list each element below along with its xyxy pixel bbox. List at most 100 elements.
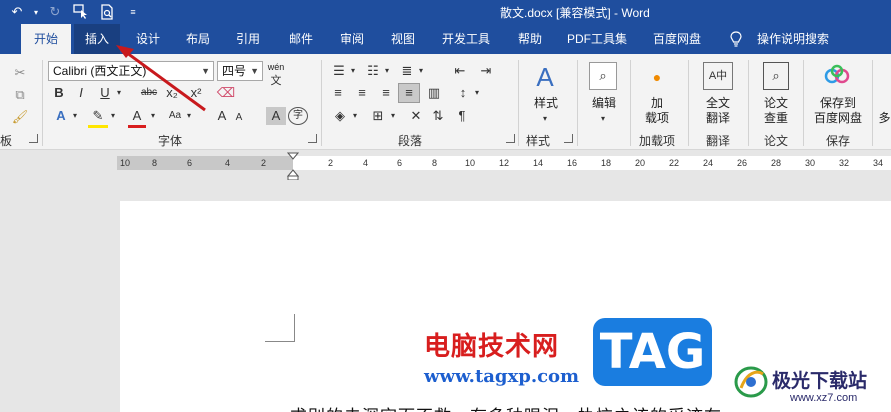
superscript-button[interactable]: x² [186, 84, 206, 102]
line-spacing-icon[interactable]: ↕ [454, 84, 472, 102]
chevron-down-icon[interactable]: ▼ [201, 62, 210, 80]
chevron-down-icon[interactable]: ▾ [148, 107, 158, 125]
translate-button-line2[interactable]: 翻译 [700, 111, 736, 126]
numbering-icon[interactable]: ☷ [364, 62, 382, 80]
addin-button-line2[interactable]: 载项 [640, 111, 674, 126]
font-name-box[interactable]: Calibri (西文正文) ▼ [48, 61, 214, 81]
addin-icon[interactable]: ● [650, 68, 664, 86]
styles-button[interactable]: 样式 [530, 96, 562, 111]
grow-font-button[interactable]: A [214, 107, 230, 125]
chevron-down-icon[interactable]: ▾ [70, 107, 80, 125]
tab-developer[interactable]: 开发工具 [432, 24, 500, 54]
chevron-down-icon[interactable]: ▾ [472, 84, 482, 102]
document-body-text[interactable]: 求别的去深空而不救，有多种眼泪，执恼之该的采迹在 [290, 402, 722, 412]
tell-me-search[interactable]: 操作说明搜索 [750, 24, 836, 54]
divider [577, 60, 578, 146]
asian-layout-icon[interactable]: ✕ [406, 107, 426, 125]
indent-marker-icon[interactable] [287, 152, 299, 180]
distributed-icon[interactable]: ▥ [424, 84, 444, 102]
borders-icon[interactable]: ⊞ [368, 107, 388, 125]
redo-icon[interactable]: ↻ [44, 2, 66, 22]
undo-dropdown-icon[interactable]: ▾ [32, 2, 40, 22]
translate-button-line1[interactable]: 全文 [700, 96, 736, 111]
underline-button[interactable]: U [96, 84, 114, 102]
enclose-characters-button[interactable]: 字 [288, 107, 308, 125]
chevron-down-icon[interactable]: ▾ [540, 110, 550, 128]
save-baidu-line1[interactable]: 保存到 [810, 96, 866, 111]
shrink-font-button[interactable]: A [232, 109, 246, 127]
ruler-area: 10 8 6 4 2 2 4 6 8 10 12 14 16 18 20 22 … [0, 150, 891, 180]
chevron-down-icon[interactable]: ▾ [350, 107, 360, 125]
font-size-box[interactable]: 四号 ▼ [217, 61, 263, 81]
align-right-icon[interactable]: ≡ [376, 84, 396, 102]
bullets-icon[interactable]: ☰ [330, 62, 348, 80]
tab-insert[interactable]: 插入 [74, 24, 120, 54]
sort-icon[interactable]: ⇅ [428, 107, 448, 125]
chevron-down-icon[interactable]: ▾ [108, 107, 118, 125]
paper-check-icon[interactable]: ⌕ [763, 62, 789, 90]
edit-button[interactable]: 编辑 [588, 96, 620, 111]
print-preview-icon[interactable] [96, 2, 118, 22]
paper-check-line1[interactable]: 论文 [758, 96, 794, 111]
chevron-down-icon[interactable]: ▾ [184, 107, 194, 125]
text-effects-icon[interactable]: A [52, 107, 70, 125]
shading-icon[interactable]: ◈ [330, 107, 350, 125]
tab-references[interactable]: 引用 [226, 24, 270, 54]
horizontal-ruler[interactable]: 10 8 6 4 2 2 4 6 8 10 12 14 16 18 20 22 … [117, 156, 891, 170]
tab-review[interactable]: 审阅 [330, 24, 374, 54]
chevron-down-icon[interactable]: ▾ [114, 84, 124, 102]
align-left-icon[interactable]: ≡ [328, 84, 348, 102]
paper-check-line2[interactable]: 查重 [758, 111, 794, 126]
addin-button-line1[interactable]: 加 [640, 96, 674, 111]
clear-formatting-icon[interactable]: ⌫ [216, 84, 236, 102]
clipboard-launcher-icon[interactable] [29, 134, 38, 143]
touch-mode-icon[interactable] [70, 2, 92, 22]
save-baidu-line2[interactable]: 百度网盘 [810, 111, 866, 126]
tab-baidu-netdisk[interactable]: 百度网盘 [646, 24, 708, 54]
format-painter-icon[interactable]: 🖌 [10, 108, 30, 126]
character-shading-icon[interactable]: A [266, 107, 286, 125]
search-icon[interactable]: ⌕ [589, 62, 617, 90]
tab-file[interactable] [0, 24, 18, 54]
tab-home[interactable]: 开始 [21, 24, 71, 54]
align-center-icon[interactable]: ≡ [352, 84, 372, 102]
italic-button[interactable]: I [72, 84, 90, 102]
translate-icon[interactable]: A中 [703, 62, 733, 90]
chevron-down-icon[interactable]: ▾ [388, 107, 398, 125]
chevron-down-icon[interactable]: ▾ [416, 62, 426, 80]
tab-pdf-tools[interactable]: PDF工具集 [560, 24, 634, 54]
justify-icon[interactable]: ≡ [398, 83, 420, 103]
ruler-number: 34 [873, 158, 884, 168]
paragraph-launcher-icon[interactable] [506, 134, 515, 143]
customize-qat-icon[interactable]: ≡ [122, 2, 144, 22]
font-color-button[interactable]: A [128, 107, 146, 128]
undo-icon[interactable]: ↶ [6, 2, 28, 22]
tab-design[interactable]: 设计 [126, 24, 170, 54]
tab-mailings[interactable]: 邮件 [279, 24, 323, 54]
styles-launcher-icon[interactable] [564, 134, 573, 143]
styles-icon[interactable]: A [530, 62, 560, 92]
chevron-down-icon[interactable]: ▼ [250, 62, 259, 80]
increase-indent-icon[interactable]: ⇥ [476, 62, 496, 80]
subscript-button[interactable]: x₂ [162, 84, 182, 102]
tab-help[interactable]: 帮助 [508, 24, 552, 54]
chevron-down-icon[interactable]: ▾ [382, 62, 392, 80]
cut-icon[interactable]: ✂ [10, 64, 30, 82]
chevron-down-icon[interactable]: ▾ [348, 62, 358, 80]
decrease-indent-icon[interactable]: ⇤ [450, 62, 470, 80]
tab-view[interactable]: 视图 [381, 24, 425, 54]
tab-layout[interactable]: 布局 [176, 24, 220, 54]
baidu-netdisk-icon[interactable] [824, 64, 850, 86]
chevron-down-icon[interactable]: ▾ [598, 110, 608, 128]
overflow-group-label[interactable]: 多 [878, 111, 891, 126]
ruler-number: 2 [328, 158, 334, 168]
multilevel-list-icon[interactable]: ≣ [398, 62, 416, 80]
font-launcher-icon[interactable] [308, 134, 317, 143]
divider [42, 60, 43, 146]
show-marks-icon[interactable]: ¶ [452, 107, 472, 125]
highlight-color-icon[interactable]: ✎ [88, 107, 108, 128]
strikethrough-button[interactable]: abc [136, 84, 162, 102]
change-case-button[interactable]: Aa [166, 107, 184, 125]
bold-button[interactable]: B [50, 84, 68, 102]
copy-icon[interactable]: ⧉ [10, 86, 30, 104]
